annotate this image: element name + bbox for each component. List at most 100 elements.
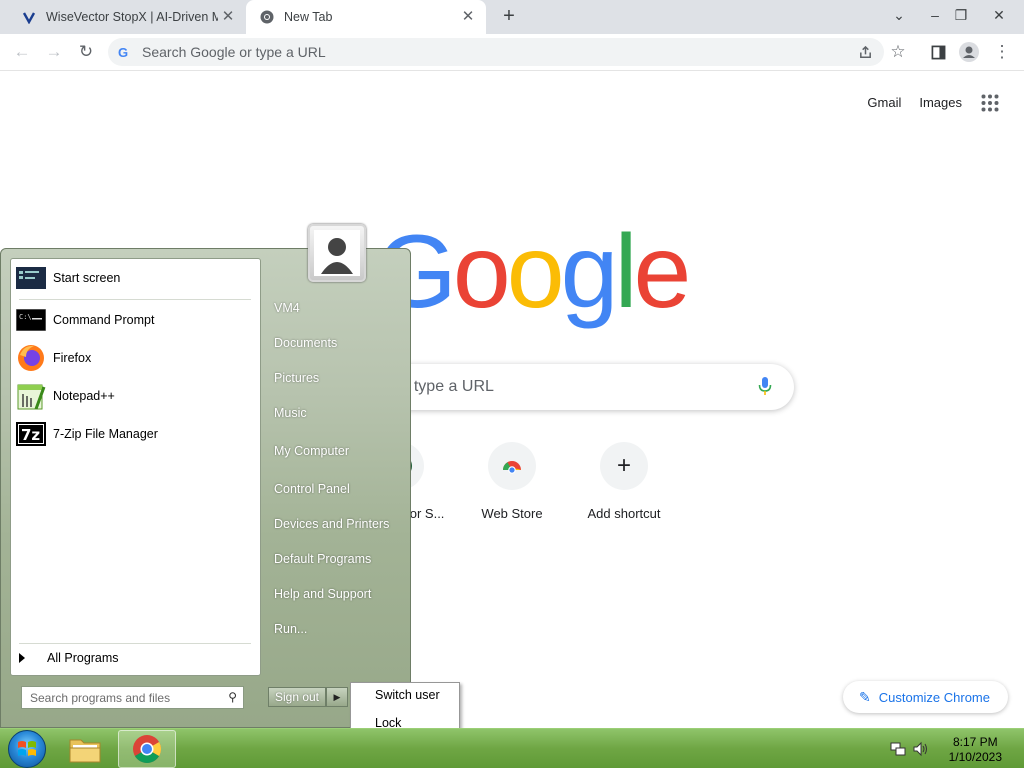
all-programs-label: All Programs — [47, 651, 119, 665]
shortcut-label: Add shortcut — [587, 506, 661, 521]
google-logo: Google — [376, 220, 691, 324]
side-panel-icon[interactable] — [926, 40, 950, 64]
logo-letter: o — [506, 214, 565, 330]
firefox-icon — [15, 342, 47, 374]
address-bar-placeholder: Search Google or type a URL — [142, 44, 326, 60]
start-right-pictures[interactable]: Pictures — [274, 371, 319, 385]
forward-button[interactable]: → — [42, 40, 66, 64]
menu-item-switch-user[interactable]: Switch user — [375, 688, 440, 702]
start-screen-icon — [15, 262, 47, 294]
profile-avatar-icon[interactable] — [957, 40, 981, 64]
tab-title: New Tab — [284, 10, 333, 24]
clock-date: 1/10/2023 — [948, 750, 1002, 764]
taskbar-clock[interactable]: 8:17 PM 1/10/2023 — [949, 735, 1002, 765]
start-right-devices-printers[interactable]: Devices and Printers — [274, 517, 389, 531]
close-window-button[interactable]: ✕ — [986, 4, 1012, 28]
logo-letter: g — [560, 214, 619, 330]
network-icon[interactable] — [890, 741, 906, 757]
search-icon: ⚲ — [228, 690, 237, 704]
customize-chrome-button[interactable]: ✎ Customize Chrome — [843, 681, 1008, 713]
power-options-menu: Switch user Lock — [350, 682, 460, 734]
back-button[interactable]: ← — [10, 40, 34, 64]
web-store-icon — [503, 461, 521, 474]
logo-letter: o — [452, 214, 511, 330]
program-7zip[interactable]: 7z 7-Zip File Manager — [15, 417, 255, 451]
tab-search-icon[interactable]: ⌄ — [886, 4, 912, 28]
svg-text:C:\: C:\ — [19, 313, 32, 321]
shortcut-web-store[interactable]: Web Store — [456, 442, 568, 521]
notepad-plus-plus-icon — [15, 380, 47, 412]
taskbar: 8:17 PM 1/10/2023 — [0, 728, 1024, 768]
program-start-screen[interactable]: Start screen — [15, 261, 255, 295]
menu-separator — [19, 299, 251, 300]
shortcut-tile — [488, 442, 536, 490]
program-label: Start screen — [53, 271, 121, 285]
start-right-default-programs[interactable]: Default Programs — [274, 552, 371, 566]
wisevector-favicon-icon — [22, 12, 36, 24]
menu-separator — [19, 643, 251, 644]
restore-button[interactable]: ❐ — [948, 4, 974, 28]
ntp-top-links: Gmail Images — [867, 95, 962, 110]
start-menu-programs-pane: Start screen C:\ Command Prompt Firefox … — [10, 258, 261, 676]
share-icon[interactable] — [858, 45, 873, 60]
tab-new-tab[interactable]: New Tab ✕ — [246, 0, 486, 34]
tab-wisevector[interactable]: WiseVector StopX | AI-Driven Ma ✕ — [8, 0, 246, 34]
chrome-favicon-icon — [260, 10, 274, 24]
expand-arrow-icon — [19, 653, 25, 663]
browser-title-bar: WiseVector StopX | AI-Driven Ma ✕ New Ta… — [0, 0, 1024, 34]
new-tab-button[interactable]: + — [498, 6, 520, 28]
start-right-my-computer[interactable]: My Computer — [274, 444, 349, 458]
logo-letter: e — [633, 214, 692, 330]
program-label: 7-Zip File Manager — [53, 427, 158, 441]
clock-time: 8:17 PM — [952, 735, 998, 749]
taskbar-chrome[interactable] — [118, 730, 176, 768]
program-firefox[interactable]: Firefox — [15, 341, 255, 375]
svg-text:7z: 7z — [21, 426, 40, 444]
google-apps-icon[interactable] — [981, 94, 999, 112]
all-programs-button[interactable]: All Programs — [19, 651, 119, 665]
pencil-icon: ✎ — [859, 688, 871, 705]
shortcut-tile: + — [600, 442, 648, 490]
bookmark-star-icon[interactable]: ☆ — [886, 40, 910, 64]
chrome-menu-icon[interactable]: ⋮ — [990, 40, 1014, 64]
program-command-prompt[interactable]: C:\ Command Prompt — [15, 303, 255, 337]
minimize-button[interactable]: – — [922, 4, 948, 28]
browser-toolbar: ← → ↻ G Search Google or type a URL ☆ ⋮ — [0, 34, 1024, 71]
start-menu: Start screen C:\ Command Prompt Firefox … — [0, 224, 411, 728]
customize-chrome-label: Customize Chrome — [878, 689, 990, 705]
close-tab-icon[interactable]: ✕ — [460, 9, 476, 25]
command-prompt-icon: C:\ — [15, 304, 47, 336]
start-right-documents[interactable]: Documents — [274, 336, 337, 350]
start-button[interactable] — [8, 730, 46, 768]
add-icon: + — [616, 452, 631, 479]
7zip-icon: 7z — [15, 418, 47, 450]
start-right-run[interactable]: Run... — [274, 622, 307, 636]
gmail-link[interactable]: Gmail — [867, 95, 901, 110]
shortcut-label: Web Store — [481, 506, 543, 521]
user-account-picture[interactable] — [308, 224, 366, 282]
start-right-help-support[interactable]: Help and Support — [274, 587, 371, 601]
program-label: Firefox — [53, 351, 92, 365]
reload-button[interactable]: ↻ — [74, 40, 98, 64]
close-tab-icon[interactable]: ✕ — [220, 9, 236, 25]
start-right-vm4[interactable]: VM4 — [274, 301, 300, 315]
system-tray: 8:17 PM 1/10/2023 — [884, 729, 1024, 768]
start-search-input[interactable]: Search programs and files ⚲ — [21, 686, 244, 709]
folder-icon — [69, 739, 101, 763]
user-icon — [314, 230, 360, 276]
volume-icon[interactable] — [912, 741, 928, 757]
taskbar-file-explorer[interactable] — [56, 730, 114, 768]
sign-out-button[interactable]: Sign out — [268, 687, 326, 707]
start-search-placeholder: Search programs and files — [30, 691, 171, 705]
windows-logo-icon — [18, 741, 36, 756]
chrome-icon — [133, 735, 161, 763]
address-bar[interactable]: G Search Google or type a URL — [108, 38, 884, 66]
program-notepad-plus-plus[interactable]: Notepad++ — [15, 379, 255, 413]
shortcut-add[interactable]: + Add shortcut — [568, 442, 680, 521]
google-g-icon: G — [118, 45, 129, 60]
power-options-arrow-icon[interactable]: ▶ — [326, 687, 348, 707]
images-link[interactable]: Images — [919, 95, 962, 110]
start-right-control-panel[interactable]: Control Panel — [274, 482, 350, 496]
microphone-icon[interactable] — [758, 376, 772, 396]
start-right-music[interactable]: Music — [274, 406, 307, 420]
